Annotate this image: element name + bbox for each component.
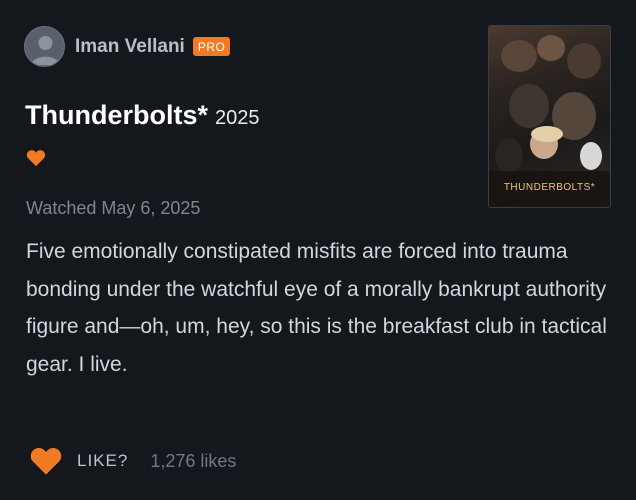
film-title[interactable]: Thunderbolts* <box>25 100 208 131</box>
film-title-row[interactable]: Thunderbolts* 2025 <box>25 100 260 131</box>
author-name[interactable]: Iman Vellani <box>75 36 185 58</box>
review-card: Iman Vellani PRO Thunderbolts* 2025 Watc… <box>0 0 636 500</box>
avatar[interactable] <box>24 26 65 67</box>
poster-artwork <box>489 35 610 207</box>
heart-icon <box>26 150 46 167</box>
review-text: Five emotionally constipated misfits are… <box>26 240 607 376</box>
pro-badge: PRO <box>192 37 231 56</box>
like-count[interactable]: 1,276 likes <box>150 451 236 472</box>
like-row: LIKE? 1,276 likes <box>29 446 236 476</box>
watched-date: Watched May 6, 2025 <box>26 198 201 218</box>
like-heart-icon[interactable] <box>29 446 63 476</box>
author-row[interactable]: Iman Vellani PRO <box>24 26 231 67</box>
user-silhouette-icon <box>31 36 60 65</box>
film-year[interactable]: 2025 <box>215 107 260 130</box>
like-button[interactable]: LIKE? <box>77 451 128 471</box>
film-poster[interactable]: THUNDERBOLTS* <box>488 25 611 208</box>
poster-title: THUNDERBOLTS* <box>503 182 596 193</box>
